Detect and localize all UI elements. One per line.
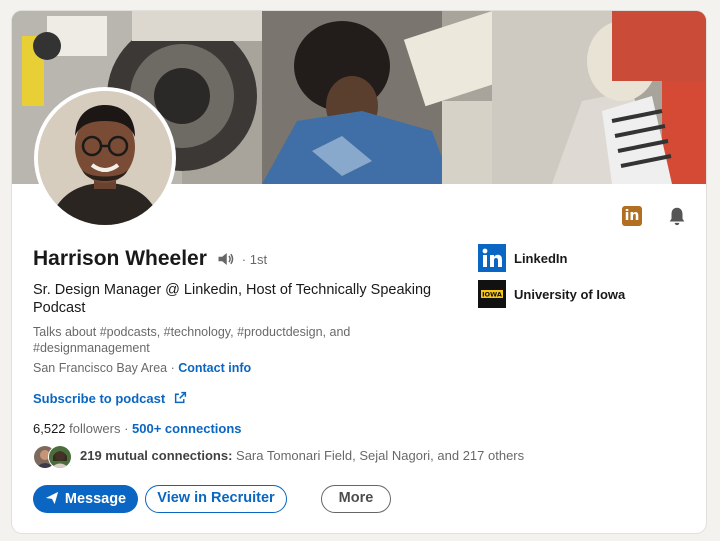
mutual-count: 219 mutual connections: — [80, 448, 233, 463]
profile-location: San Francisco Bay Area — [33, 361, 168, 375]
send-icon — [45, 491, 58, 505]
profile-photo-frame[interactable] — [34, 87, 176, 229]
name-row: Harrison Wheeler · 1st — [33, 247, 267, 275]
speaker-icon[interactable] — [217, 251, 235, 267]
followers-label: followers — [65, 421, 121, 436]
contact-info-link[interactable]: Contact info — [178, 361, 251, 375]
more-button-label: More — [338, 490, 374, 506]
top-actions: in — [618, 204, 688, 230]
external-link-icon[interactable] — [174, 391, 187, 404]
mutual-connections-text[interactable]: 219 mutual connections: Sara Tomonari Fi… — [80, 448, 524, 463]
connection-degree: · 1st — [241, 251, 268, 267]
mutual-avatar — [48, 445, 72, 469]
university-of-iowa-logo-icon: IOWA — [478, 280, 506, 308]
more-button[interactable]: More — [321, 485, 391, 513]
school-name: University of Iowa — [514, 287, 626, 302]
subscribe-podcast-link[interactable]: Subscribe to podcast — [33, 391, 165, 406]
subscribe-row: Subscribe to podcast — [33, 391, 187, 406]
linkedin-logo-icon — [478, 244, 506, 272]
recruiter-button-label: View in Recruiter — [157, 490, 275, 506]
profile-topics: Talks about #podcasts, #technology, #pro… — [33, 325, 351, 355]
location-row: San Francisco Bay Area · Contact info — [33, 361, 251, 375]
mutual-names: Sara Tomonari Field, Sejal Nagori, and 2… — [232, 448, 525, 463]
message-button[interactable]: Message — [33, 485, 138, 513]
company-name: LinkedIn — [514, 251, 568, 266]
profile-name: Harrison Wheeler — [33, 247, 207, 270]
view-in-recruiter-button[interactable]: View in Recruiter — [145, 485, 287, 513]
bell-icon[interactable] — [666, 205, 688, 227]
profile-headline: Sr. Design Manager @ Linkedin, Host of T… — [33, 282, 432, 316]
followers-row: 6,522 followers · 500+ connections — [33, 421, 242, 436]
iowa-logo-text: IOWA — [482, 291, 502, 299]
premium-linkedin-icon[interactable]: in — [622, 206, 642, 226]
profile-photo[interactable] — [38, 91, 172, 225]
message-button-label: Message — [64, 491, 127, 507]
followers-count: 6,522 — [33, 421, 66, 436]
connections-link[interactable]: 500+ connections — [132, 421, 241, 436]
separator-dot: · — [167, 361, 179, 375]
separator-dot: · — [120, 421, 133, 436]
profile-card: in Harrison Wheeler · 1st Sr. Design Man… — [12, 11, 706, 533]
